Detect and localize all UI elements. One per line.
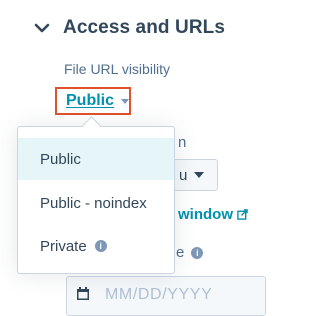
caret-down-icon	[194, 172, 205, 178]
menu-item-private[interactable]: Private i	[18, 225, 174, 267]
external-link-icon	[237, 209, 248, 220]
background-field-label-2: e i	[176, 244, 204, 261]
visibility-dropdown-menu: Public Public - noindex Private i	[17, 126, 175, 274]
calendar-icon	[77, 287, 89, 300]
chevron-down-icon	[34, 23, 50, 33]
menu-item-label: Private	[40, 237, 87, 255]
menu-item-public[interactable]: Public	[18, 138, 174, 180]
visibility-selected-value: Public	[66, 92, 115, 109]
date-placeholder: MM/DD/YYYY	[105, 286, 213, 303]
background-select-value: u	[179, 166, 188, 184]
menu-item-label: Public	[40, 150, 81, 168]
file-url-visibility-label: File URL visibility	[64, 61, 171, 77]
background-select[interactable]: u	[172, 159, 218, 191]
background-label-fragment: e	[176, 244, 185, 261]
window-link[interactable]: window	[178, 206, 248, 223]
file-url-visibility-select[interactable]: Public	[55, 87, 131, 115]
window-link-text: window	[178, 206, 233, 223]
background-field-label: n	[178, 134, 187, 151]
menu-item-label: Public - noindex	[40, 194, 147, 212]
date-input[interactable]: MM/DD/YYYY	[66, 276, 266, 316]
menu-item-public-noindex[interactable]: Public - noindex	[18, 182, 174, 224]
section-title: Access and URLs	[63, 17, 226, 38]
info-icon[interactable]: i	[191, 246, 204, 259]
caret-down-icon	[121, 98, 130, 104]
section-header-access-and-urls[interactable]: Access and URLs	[34, 14, 225, 42]
info-icon[interactable]: i	[94, 240, 107, 252]
